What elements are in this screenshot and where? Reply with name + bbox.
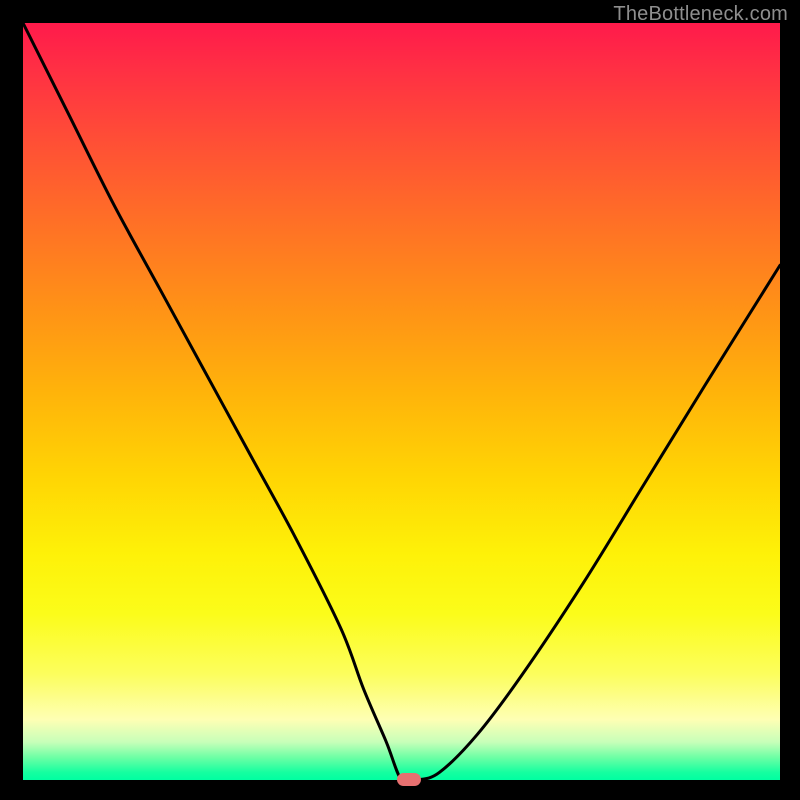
watermark-text: TheBottleneck.com — [613, 3, 788, 26]
chart-container: TheBottleneck.com — [0, 0, 800, 800]
plot-area — [23, 23, 780, 780]
bottleneck-curve — [23, 23, 780, 780]
optimal-marker — [397, 773, 421, 786]
